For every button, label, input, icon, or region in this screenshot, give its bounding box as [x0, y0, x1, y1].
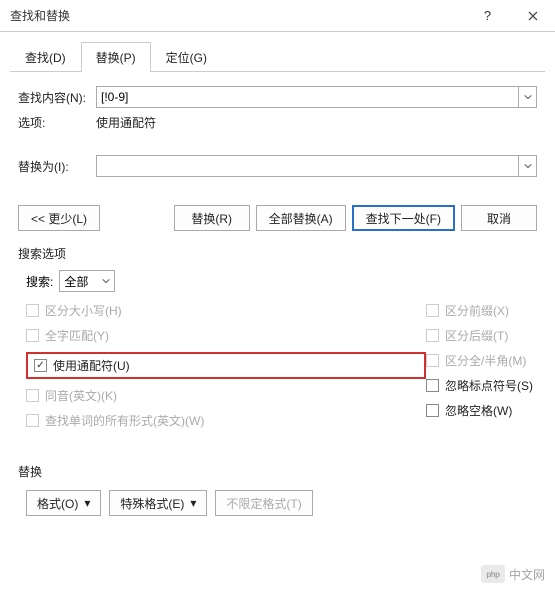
caret-down-icon: ▾ [190, 496, 196, 510]
search-scope-value: 全部 [64, 273, 88, 290]
less-button[interactable]: << 更少(L) [18, 205, 100, 231]
special-format-button[interactable]: 特殊格式(E) ▾ [109, 490, 207, 516]
checkbox-case: 区分大小写(H) [26, 302, 426, 319]
window-title: 查找和替换 [10, 7, 465, 24]
tab-find[interactable]: 查找(D) [10, 42, 81, 72]
replace-all-button[interactable]: 全部替换(A) [256, 205, 346, 231]
checkbox-box [26, 414, 39, 427]
find-options-row: 选项: 使用通配符 [18, 114, 537, 131]
highlight-box: 使用通配符(U) [26, 352, 426, 379]
replace-row: 替换为(I): [18, 155, 537, 177]
search-options-label: 搜索选项 [18, 245, 537, 262]
checkbox-label: 忽略标点符号(S) [445, 377, 533, 394]
chevron-down-icon [102, 277, 110, 285]
find-next-button[interactable]: 查找下一处(F) [352, 205, 455, 231]
checkbox-columns: 区分大小写(H) 全字匹配(Y) 使用通配符(U) 同音(英文)(K) 查找单词的所有形… [26, 302, 537, 429]
replace-input[interactable] [96, 155, 537, 177]
chevron-down-icon [524, 93, 532, 101]
find-label: 查找内容(N): [18, 89, 96, 106]
special-format-button-label: 特殊格式(E) [120, 495, 184, 512]
tab-goto[interactable]: 定位(G) [151, 42, 222, 72]
checkbox-box [426, 354, 439, 367]
bottom-section-label: 替换 [18, 463, 537, 480]
checkbox-col-left: 区分大小写(H) 全字匹配(Y) 使用通配符(U) 同音(英文)(K) 查找单词的所有形… [26, 302, 426, 429]
close-button[interactable] [510, 0, 555, 32]
checkbox-width: 区分全/半角(M) [426, 352, 533, 369]
checkbox-whole: 全字匹配(Y) [26, 327, 426, 344]
checkbox-label: 同音(英文)(K) [45, 387, 117, 404]
checkbox-box [26, 389, 39, 402]
chevron-down-icon [524, 162, 532, 170]
cancel-button[interactable]: 取消 [461, 205, 537, 231]
checkbox-sounds: 同音(英文)(K) [26, 387, 426, 404]
bottom-section: 替换 格式(O) ▾ 特殊格式(E) ▾ 不限定格式(T) [18, 463, 537, 516]
checkbox-label: 使用通配符(U) [53, 357, 130, 374]
checkbox-col-right: 区分前缀(X) 区分后缀(T) 区分全/半角(M) 忽略标点符号(S) 忽略空格(W) [426, 302, 533, 429]
bottom-button-row: 格式(O) ▾ 特殊格式(E) ▾ 不限定格式(T) [26, 490, 537, 516]
action-button-row: << 更少(L) 替换(R) 全部替换(A) 查找下一处(F) 取消 [18, 205, 537, 231]
dialog-body: 查找内容(N): [!0-9] 选项: 使用通配符 替换为(I): << 更少(… [0, 72, 555, 526]
checkbox-space[interactable]: 忽略空格(W) [426, 402, 533, 419]
checkbox-box [26, 329, 39, 342]
checkbox-label: 区分后缀(T) [445, 327, 508, 344]
find-options-label: 选项: [18, 114, 96, 131]
replace-label: 替换为(I): [18, 158, 96, 175]
find-dropdown-button[interactable] [518, 87, 536, 107]
checkbox-wildcard[interactable]: 使用通配符(U) [34, 357, 130, 374]
find-row: 查找内容(N): [!0-9] [18, 86, 537, 108]
tab-replace[interactable]: 替换(P) [81, 42, 151, 72]
checkbox-prefix: 区分前缀(X) [426, 302, 533, 319]
checkbox-label: 忽略空格(W) [445, 402, 512, 419]
tab-bar: 查找(D) 替换(P) 定位(G) [10, 42, 545, 72]
title-bar: 查找和替换 ? [0, 0, 555, 32]
watermark-logo: php [481, 565, 505, 583]
find-value: [!0-9] [101, 90, 532, 104]
find-options-value: 使用通配符 [96, 114, 156, 131]
replace-one-button[interactable]: 替换(R) [174, 205, 250, 231]
checkbox-forms: 查找单词的所有形式(英文)(W) [26, 412, 426, 429]
close-icon [528, 11, 538, 21]
checkbox-box [426, 329, 439, 342]
search-scope-label: 搜索: [26, 273, 53, 290]
format-button-label: 格式(O) [37, 495, 78, 512]
find-input[interactable]: [!0-9] [96, 86, 537, 108]
checkbox-box [426, 404, 439, 417]
checkbox-label: 全字匹配(Y) [45, 327, 109, 344]
caret-down-icon: ▾ [84, 496, 90, 510]
checkbox-suffix: 区分后缀(T) [426, 327, 533, 344]
checkbox-label: 区分全/半角(M) [445, 352, 526, 369]
watermark: php 中文网 [481, 565, 545, 583]
checkbox-box [426, 379, 439, 392]
search-scope-select[interactable]: 全部 [59, 270, 115, 292]
checkbox-box [34, 359, 47, 372]
format-button[interactable]: 格式(O) ▾ [26, 490, 101, 516]
checkbox-label: 区分前缀(X) [445, 302, 509, 319]
watermark-text: 中文网 [509, 566, 545, 583]
checkbox-box [426, 304, 439, 317]
no-format-button-label: 不限定格式(T) [226, 495, 301, 512]
checkbox-box [26, 304, 39, 317]
no-format-button: 不限定格式(T) [215, 490, 312, 516]
checkbox-label: 区分大小写(H) [45, 302, 122, 319]
replace-dropdown-button[interactable] [518, 156, 536, 176]
checkbox-punct[interactable]: 忽略标点符号(S) [426, 377, 533, 394]
search-scope-row: 搜索: 全部 [26, 270, 537, 292]
help-button[interactable]: ? [465, 0, 510, 32]
checkbox-label: 查找单词的所有形式(英文)(W) [45, 412, 204, 429]
